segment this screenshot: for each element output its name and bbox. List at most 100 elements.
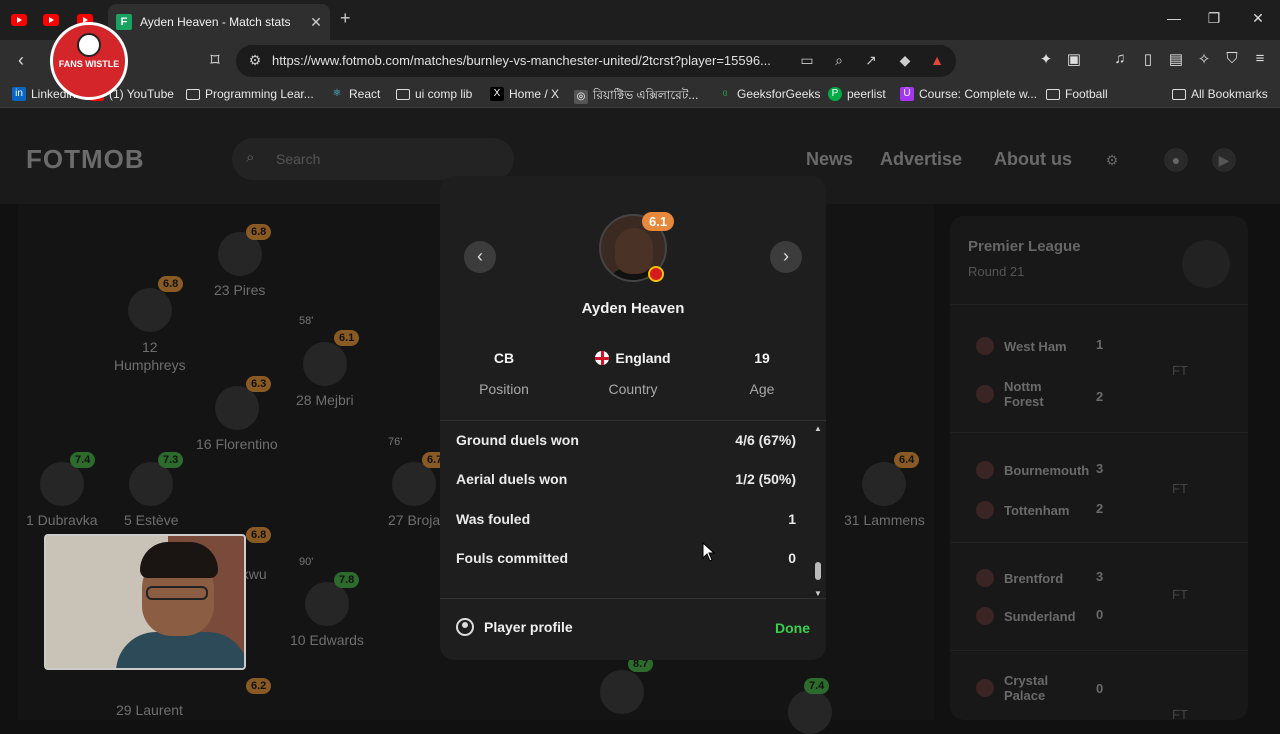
sidebar-icon[interactable]: ▯ bbox=[1138, 50, 1158, 68]
mouse-cursor-icon bbox=[702, 542, 716, 562]
youtube-tab[interactable] bbox=[40, 10, 62, 30]
cast-icon[interactable]: ▭ bbox=[798, 52, 816, 69]
player-florentino[interactable]: 16 Florentino bbox=[196, 386, 278, 452]
google-play-icon[interactable]: ▶ bbox=[1212, 148, 1236, 172]
leo-ai-icon[interactable]: ✧ bbox=[1194, 50, 1214, 68]
player-avatar bbox=[129, 462, 174, 506]
rating-badge: 6.3 bbox=[246, 376, 272, 392]
scroll-up-icon[interactable]: ▲ bbox=[814, 424, 822, 433]
player-unnamed[interactable] bbox=[600, 670, 644, 714]
menu-icon[interactable]: ≡ bbox=[1250, 50, 1270, 67]
share-icon[interactable]: ↗ bbox=[862, 52, 880, 69]
player-edwards[interactable]: 10 Edwards bbox=[290, 582, 364, 648]
player-avatar bbox=[39, 462, 84, 506]
player-profile-link[interactable]: Player profile bbox=[456, 618, 573, 636]
peerlist-icon: P bbox=[828, 87, 842, 101]
match-row[interactable]: Brentford 3 Sunderland 0 FT bbox=[950, 542, 1248, 650]
bookmark-peerlist[interactable]: Ppeerlist bbox=[828, 87, 886, 101]
match-row[interactable]: Crystal Palace 0 FT bbox=[950, 650, 1248, 722]
vpn-icon[interactable]: ⛉ bbox=[1222, 50, 1242, 67]
youtube-tab[interactable] bbox=[8, 10, 30, 30]
search-input[interactable]: ⌕ Search bbox=[232, 138, 514, 180]
sub-minute: 76' bbox=[388, 436, 403, 448]
close-tab-icon[interactable]: ✕ bbox=[306, 14, 326, 31]
nav-news[interactable]: News bbox=[806, 149, 853, 170]
team-crest-icon bbox=[976, 679, 994, 697]
folder-icon bbox=[186, 88, 200, 100]
player-broja[interactable]: 27 Broja bbox=[388, 462, 440, 528]
sub-minute: 58' bbox=[299, 315, 314, 327]
nav-about-us[interactable]: About us bbox=[994, 149, 1072, 170]
rating-badge: 7.8 bbox=[334, 572, 360, 588]
player-lammens[interactable]: 31 Lammens bbox=[844, 462, 925, 528]
bookmark-x[interactable]: X Home / X bbox=[490, 87, 559, 101]
player-pires[interactable]: 23 Pires bbox=[214, 232, 265, 298]
restore-icon[interactable]: ❐ bbox=[1204, 10, 1224, 27]
player-avatar bbox=[304, 582, 349, 626]
zoom-icon[interactable]: ⌕ bbox=[830, 52, 848, 69]
player-esteve[interactable]: 5 Estève bbox=[124, 462, 178, 528]
new-tab-icon[interactable]: + bbox=[340, 8, 351, 29]
league-matches-panel: Premier League Round 21 West Ham 1 Nottm… bbox=[950, 216, 1248, 722]
bookmark-course[interactable]: Ü Course: Complete w... bbox=[900, 87, 1037, 101]
player-avatar bbox=[862, 462, 907, 506]
brave-shields-icon[interactable]: ◆ bbox=[896, 52, 914, 69]
next-player-button[interactable]: › bbox=[770, 241, 802, 273]
match-status: FT bbox=[1172, 587, 1188, 602]
scroll-down-icon[interactable]: ▼ bbox=[814, 589, 822, 598]
player-name: Ayden Heaven bbox=[581, 300, 685, 317]
player-laurent[interactable]: 29 Laurent bbox=[116, 696, 183, 718]
done-button[interactable]: Done bbox=[775, 620, 810, 636]
match-row[interactable]: West Ham 1 Nottm Forest 2 FT bbox=[950, 304, 1248, 432]
player-avatar bbox=[392, 462, 437, 506]
scroll-thumb[interactable] bbox=[815, 562, 821, 580]
team-crest-icon bbox=[976, 385, 994, 403]
channel-logo-text: FANS WISTLE bbox=[58, 59, 120, 69]
bookmark-ui-comp-lib[interactable]: ui comp lib bbox=[396, 87, 472, 101]
bookmark-all[interactable]: All Bookmarks bbox=[1172, 87, 1268, 101]
player-unnamed[interactable] bbox=[788, 690, 832, 734]
player-humphreys[interactable]: 12 Humphreys bbox=[114, 288, 186, 374]
home-score: 1 bbox=[1096, 337, 1104, 352]
settings-gear-icon[interactable]: ⚙ bbox=[1100, 148, 1124, 172]
bookmark-programming[interactable]: Programming Lear... bbox=[186, 87, 314, 101]
minimize-icon[interactable]: — bbox=[1164, 10, 1184, 26]
extensions-icon[interactable]: ✦ bbox=[1036, 50, 1056, 68]
player-dubravka[interactable]: 1 Dubravka bbox=[26, 462, 98, 528]
active-tab[interactable]: F Ayden Heaven - Match stats ✕ bbox=[108, 4, 330, 40]
react-icon: ⚛ bbox=[332, 88, 342, 99]
nav-advertise[interactable]: Advertise bbox=[880, 149, 962, 170]
home-score: 3 bbox=[1096, 569, 1104, 584]
address-bar[interactable]: ⚙ https://www.fotmob.com/matches/burnley… bbox=[236, 45, 956, 77]
previous-player-button[interactable]: ‹ bbox=[464, 241, 496, 273]
bookmark-bangla[interactable]: ◎ রিয়াক্টিভ এক্সিলারেট... bbox=[574, 87, 698, 107]
divider bbox=[440, 420, 826, 421]
browser-tab-bar: F Ayden Heaven - Match stats ✕ + — ❐ ✕ bbox=[0, 0, 1280, 40]
rating-badge: 6.8 bbox=[246, 527, 272, 543]
bookmark-geeksforgeeks[interactable]: ɞ GeeksforGeeks bbox=[718, 87, 820, 101]
player-avatar bbox=[302, 342, 347, 386]
bookmark-page-icon[interactable]: ⌑ bbox=[204, 50, 226, 71]
brave-rewards-icon[interactable]: ▲ bbox=[928, 52, 946, 68]
wallet-icon[interactable]: ▤ bbox=[1166, 50, 1186, 68]
fotmob-logo[interactable]: FOTMOB bbox=[26, 144, 145, 175]
player-mejbri[interactable]: 28 Mejbri bbox=[296, 342, 354, 408]
folder-icon bbox=[1046, 88, 1060, 100]
site-settings-icon[interactable]: ⚙ bbox=[246, 52, 264, 69]
url-text[interactable]: https://www.fotmob.com/matches/burnley-v… bbox=[272, 53, 792, 68]
match-row[interactable]: Bournemouth 3 Tottenham 2 FT bbox=[950, 432, 1248, 542]
close-window-icon[interactable]: ✕ bbox=[1248, 10, 1268, 27]
bookmark-football[interactable]: Football bbox=[1046, 87, 1108, 101]
screenshot-icon[interactable]: ▣ bbox=[1064, 50, 1084, 68]
league-name[interactable]: Premier League bbox=[968, 238, 1081, 255]
club-crest-icon bbox=[648, 266, 664, 282]
bookmark-react[interactable]: ⚛ React bbox=[330, 87, 381, 101]
media-icon[interactable]: ♫ bbox=[1110, 50, 1130, 67]
back-icon[interactable]: ‹ bbox=[10, 50, 32, 71]
stat-row: Ground duels won 4/6 (67%) bbox=[456, 432, 796, 448]
stats-scrollbar[interactable]: ▲ ▼ bbox=[814, 424, 822, 598]
udemy-icon: Ü bbox=[900, 87, 914, 101]
team-crest-icon bbox=[976, 607, 994, 625]
position-info: CB Position bbox=[479, 350, 529, 397]
apple-icon[interactable]: ● bbox=[1164, 148, 1188, 172]
